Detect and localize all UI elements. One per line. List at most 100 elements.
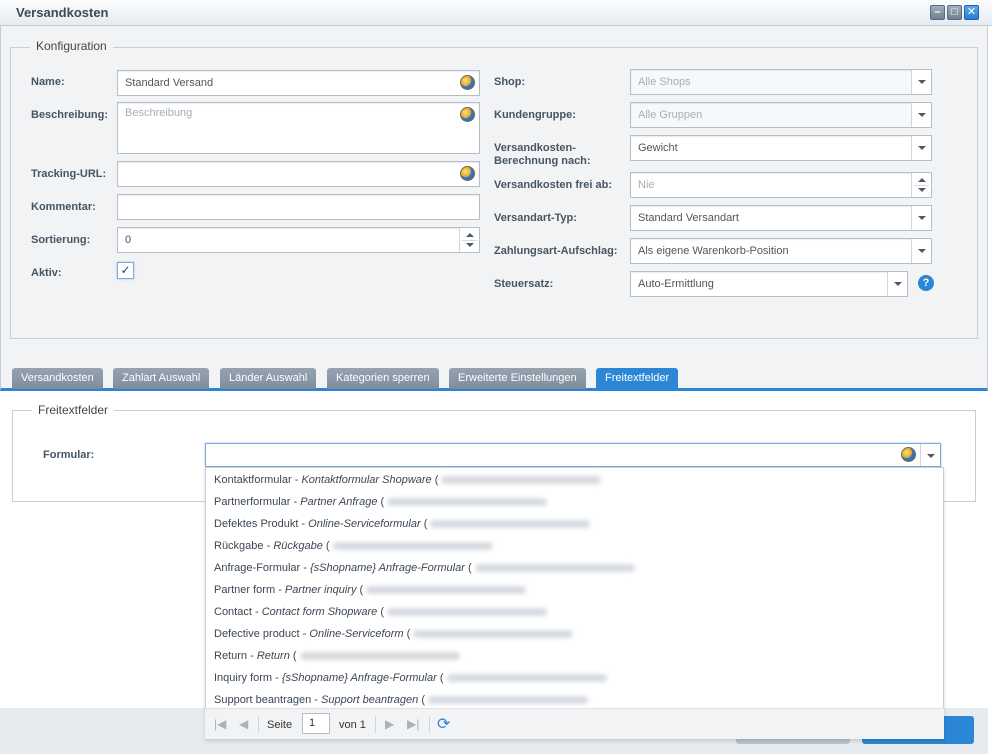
page-input[interactable]: 1 xyxy=(302,713,330,734)
spinner-icon[interactable] xyxy=(459,228,479,252)
list-item[interactable]: Kontaktformular - Kontaktformular Shopwa… xyxy=(214,473,602,487)
minimize-icon[interactable]: – xyxy=(930,5,945,20)
first-page-icon[interactable]: |◀ xyxy=(214,717,226,731)
refresh-icon[interactable]: ⟳ xyxy=(437,714,450,734)
blurred-email xyxy=(413,630,574,639)
kundengruppe-value: Alle Gruppen xyxy=(638,109,703,121)
formular-combo[interactable] xyxy=(205,443,941,467)
list-item[interactable]: Partnerformular - Partner Anfrage ( xyxy=(214,495,548,509)
name-input[interactable]: Standard Versand xyxy=(117,70,480,96)
list-item[interactable]: Inquiry form - {sShopname} Anfrage-Formu… xyxy=(214,671,607,685)
blurred-email xyxy=(441,476,602,485)
tracking-url-input[interactable] xyxy=(117,161,480,187)
list-item[interactable]: Support beantragen - Support beantragen … xyxy=(214,693,589,707)
list-item[interactable]: Defektes Produkt - Online-Serviceformula… xyxy=(214,517,591,531)
frei-ab-label: Versandkosten frei ab: xyxy=(494,179,612,191)
item-title: {sShopname} Anfrage-Formular xyxy=(309,562,465,574)
tracking-label: Tracking-URL: xyxy=(31,168,107,180)
formular-dropdown-list: Kontaktformular - Kontaktformular Shopwa… xyxy=(205,467,944,739)
globe-icon[interactable] xyxy=(460,107,475,122)
item-name: Support beantragen xyxy=(214,694,312,706)
zahlungsart-combo[interactable]: Als eigene Warenkorb-Position xyxy=(630,238,932,264)
item-title: Rückgabe xyxy=(273,540,323,552)
kommentar-label: Kommentar: xyxy=(31,201,96,213)
pager-toolbar: |◀ ◀ Seite 1 von 1 ▶ ▶| ⟳ xyxy=(205,708,944,739)
tab-laender-auswahl[interactable]: Länder Auswahl xyxy=(220,368,317,389)
tab-kategorien-sperren[interactable]: Kategorien sperren xyxy=(327,368,439,389)
globe-icon[interactable] xyxy=(901,447,916,462)
config-legend: Konfiguration xyxy=(30,39,113,53)
beschreibung-label: Beschreibung: xyxy=(31,109,109,121)
sortierung-label: Sortierung: xyxy=(31,234,91,246)
shop-combo[interactable]: Alle Shops xyxy=(630,69,932,95)
sortierung-input[interactable]: 0 xyxy=(117,227,480,253)
item-name: Partnerformular xyxy=(214,496,291,508)
window-titlebar[interactable] xyxy=(0,0,992,26)
item-name: Defective product xyxy=(214,628,300,640)
blurred-email xyxy=(387,498,548,507)
blurred-email xyxy=(428,696,589,705)
frei-ab-input[interactable]: Nie xyxy=(630,172,932,198)
kommentar-input[interactable] xyxy=(117,194,480,220)
kundengruppe-combo[interactable]: Alle Gruppen xyxy=(630,102,932,128)
globe-icon[interactable] xyxy=(460,166,475,181)
blurred-email xyxy=(474,564,635,573)
item-name: Partner form xyxy=(214,584,276,596)
steuersatz-label: Steuersatz: xyxy=(494,278,554,290)
beschreibung-textarea[interactable]: Beschreibung xyxy=(117,102,480,154)
list-item[interactable]: Defective product - Online-Serviceform ( xyxy=(214,627,574,641)
prev-page-icon[interactable]: ◀ xyxy=(239,717,248,731)
berechnung-combo[interactable]: Gewicht xyxy=(630,135,932,161)
maximize-icon[interactable]: □ xyxy=(947,5,962,20)
spinner-icon[interactable] xyxy=(911,173,931,197)
name-value: Standard Versand xyxy=(125,77,214,89)
item-name: Contact xyxy=(214,606,252,618)
chevron-down-icon[interactable] xyxy=(911,70,931,94)
berechnung-label: Versandkosten-Berechnung nach: xyxy=(494,142,591,167)
chevron-down-icon[interactable] xyxy=(887,272,907,296)
shop-value: Alle Shops xyxy=(638,76,691,88)
versandart-combo[interactable]: Standard Versandart xyxy=(630,205,932,231)
zahlungsart-value: Als eigene Warenkorb-Position xyxy=(638,245,789,257)
list-item[interactable]: Return - Return ( xyxy=(214,649,460,663)
chevron-down-icon[interactable] xyxy=(911,136,931,160)
item-name: Kontaktformular xyxy=(214,474,292,486)
tab-zahlart-auswahl[interactable]: Zahlart Auswahl xyxy=(113,368,210,389)
berechnung-value: Gewicht xyxy=(638,142,678,154)
page-count: von 1 xyxy=(339,719,366,731)
aktiv-checkbox[interactable]: ✓ xyxy=(117,262,134,279)
item-title: {sShopname} Anfrage-Formular xyxy=(281,672,437,684)
sortierung-value: 0 xyxy=(125,234,132,246)
tab-versandkosten[interactable]: Versandkosten xyxy=(12,368,103,389)
item-name: Inquiry form xyxy=(214,672,273,684)
steuersatz-combo[interactable]: Auto-Ermittlung xyxy=(630,271,908,297)
next-page-icon[interactable]: ▶ xyxy=(385,717,394,731)
blurred-email xyxy=(332,542,493,551)
chevron-down-icon[interactable] xyxy=(911,206,931,230)
blurred-email xyxy=(299,652,460,661)
chevron-down-icon[interactable] xyxy=(920,444,940,466)
close-icon[interactable]: ✕ xyxy=(964,5,979,20)
window-title: Versandkosten xyxy=(16,5,109,20)
blurred-email xyxy=(430,520,591,529)
chevron-down-icon[interactable] xyxy=(911,103,931,127)
beschreibung-placeholder: Beschreibung xyxy=(125,107,193,119)
last-page-icon[interactable]: ▶| xyxy=(407,717,419,731)
chevron-down-icon[interactable] xyxy=(911,239,931,263)
tab-freitextfelder[interactable]: Freitextfelder xyxy=(596,368,679,389)
list-item[interactable]: Anfrage-Formular - {sShopname} Anfrage-F… xyxy=(214,561,635,575)
globe-icon[interactable] xyxy=(460,75,475,90)
list-item[interactable]: Contact - Contact form Shopware ( xyxy=(214,605,547,619)
list-item[interactable]: Partner form - Partner inquiry ( xyxy=(214,583,527,597)
item-title: Partner inquiry xyxy=(284,584,357,596)
tab-erweiterte-einstellungen[interactable]: Erweiterte Einstellungen xyxy=(449,368,586,389)
item-title: Return xyxy=(256,650,290,662)
item-name: Return xyxy=(214,650,248,662)
versandart-label: Versandart-Typ: xyxy=(494,212,577,224)
steuersatz-value: Auto-Ermittlung xyxy=(638,278,714,290)
versandart-value: Standard Versandart xyxy=(638,212,739,224)
zahlungsart-label: Zahlungsart-Aufschlag: xyxy=(494,245,618,257)
help-icon[interactable]: ? xyxy=(918,275,934,291)
list-item[interactable]: Rückgabe - Rückgabe ( xyxy=(214,539,493,553)
name-label: Name: xyxy=(31,76,65,88)
